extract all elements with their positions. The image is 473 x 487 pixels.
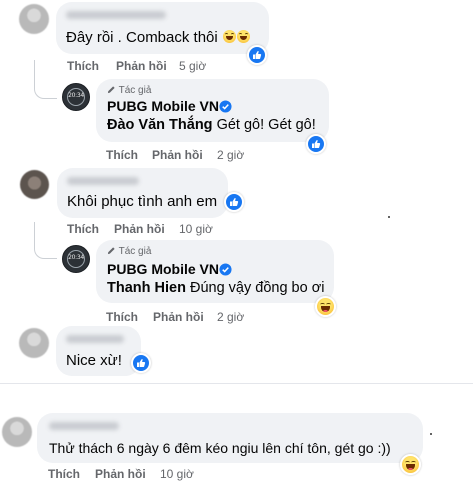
reply-thread-line	[34, 222, 57, 259]
page-avatar-text: 20:34	[68, 254, 84, 261]
page-avatar-text: 20:34	[68, 92, 84, 99]
like-button[interactable]: Thích	[67, 222, 99, 236]
verified-badge-icon	[219, 100, 232, 113]
comment-timestamp[interactable]: 10 giờ	[160, 467, 194, 481]
stray-dot	[430, 433, 432, 435]
reply-text-content: Gét gô! Gét gô!	[216, 117, 316, 133]
author-badge: Tác giả	[107, 246, 151, 257]
reply-button[interactable]: Phản hồi	[116, 59, 167, 73]
like-button[interactable]: Thích	[67, 59, 99, 73]
verified-badge-icon	[219, 263, 232, 276]
reply-thread-line	[34, 60, 57, 99]
tagged-user[interactable]: Đào Văn Thắng	[107, 117, 213, 133]
author-badge: Tác giả	[107, 85, 151, 96]
like-reaction-icon[interactable]	[306, 134, 326, 154]
commenter-name-blurred[interactable]	[49, 422, 119, 430]
haha-reaction-icon[interactable]	[400, 454, 421, 475]
author-badge-label: Tác giả	[118, 246, 152, 257]
comment-text: Thử thách 6 ngày 6 đêm kéo ngiu lên chí …	[49, 440, 391, 456]
tagged-user[interactable]: Thanh Hien	[107, 280, 186, 296]
reply-button[interactable]: Phản hồi	[152, 148, 203, 162]
author-badge-label: Tác giả	[118, 85, 152, 96]
comment-text: Đây rồi . Comback thôi	[66, 29, 250, 46]
comment-timestamp[interactable]: 5 giờ	[179, 59, 206, 73]
reply-bubble: Tác giả PUBG Mobile VN Đào Văn Thắng Gét…	[96, 79, 329, 142]
reply-button[interactable]: Phản hồi	[153, 310, 204, 324]
like-reaction-icon[interactable]	[247, 45, 267, 65]
commenter-avatar[interactable]	[2, 417, 32, 447]
laughing-emoji-icon	[236, 30, 250, 43]
commenter-avatar[interactable]	[20, 170, 49, 199]
comment-text: Khôi phục tình anh em	[67, 193, 218, 210]
page-name[interactable]: PUBG Mobile VN	[107, 261, 219, 277]
reply-button[interactable]: Phản hồi	[114, 222, 165, 236]
comment-timestamp[interactable]: 10 giờ	[179, 222, 213, 236]
like-reaction-icon[interactable]	[224, 192, 244, 212]
commenter-name-blurred[interactable]	[66, 11, 166, 19]
like-button[interactable]: Thích	[106, 310, 138, 324]
reply-bubble: Tác giả PUBG Mobile VN Thanh Hien Đúng v…	[96, 240, 334, 303]
comment-text-content: Đây rồi . Comback thôi	[66, 29, 218, 46]
commenter-avatar[interactable]	[19, 4, 49, 34]
like-button[interactable]: Thích	[48, 467, 80, 481]
reply-text: Đào Văn Thắng Gét gô! Gét gô!	[107, 117, 316, 133]
comment-bubble: Thử thách 6 ngày 6 đêm kéo ngiu lên chí …	[37, 413, 423, 463]
haha-reaction-icon[interactable]	[315, 296, 336, 317]
commenter-avatar[interactable]	[19, 328, 49, 358]
comment-bubble: Nice xừ!	[56, 326, 141, 376]
commenter-name-blurred[interactable]	[67, 177, 139, 185]
commenter-name-blurred[interactable]	[66, 335, 124, 343]
like-reaction-icon[interactable]	[131, 353, 151, 373]
laughing-emoji-icon	[222, 30, 236, 43]
reply-text: Thanh Hien Đúng vậy đồng bo ơi	[107, 280, 324, 296]
reply-button[interactable]: Phản hồi	[95, 467, 146, 481]
comment-text: Nice xừ!	[66, 352, 122, 369]
page-avatar[interactable]: 20:34	[62, 83, 90, 111]
page-avatar[interactable]: 20:34	[62, 245, 90, 273]
comment-bubble: Khôi phục tình anh em	[57, 168, 228, 218]
comment-bubble: Đây rồi . Comback thôi	[56, 2, 269, 54]
reply-text-content: Đúng vậy đồng bo ơi	[189, 280, 325, 296]
page-name[interactable]: PUBG Mobile VN	[107, 98, 219, 114]
like-button[interactable]: Thích	[106, 148, 138, 162]
pencil-icon	[107, 86, 115, 94]
reply-timestamp[interactable]: 2 giờ	[217, 310, 244, 324]
screenshot-separator	[0, 383, 473, 384]
stray-dot	[388, 216, 390, 218]
reply-timestamp[interactable]: 2 giờ	[217, 148, 244, 162]
pencil-icon	[107, 247, 115, 255]
